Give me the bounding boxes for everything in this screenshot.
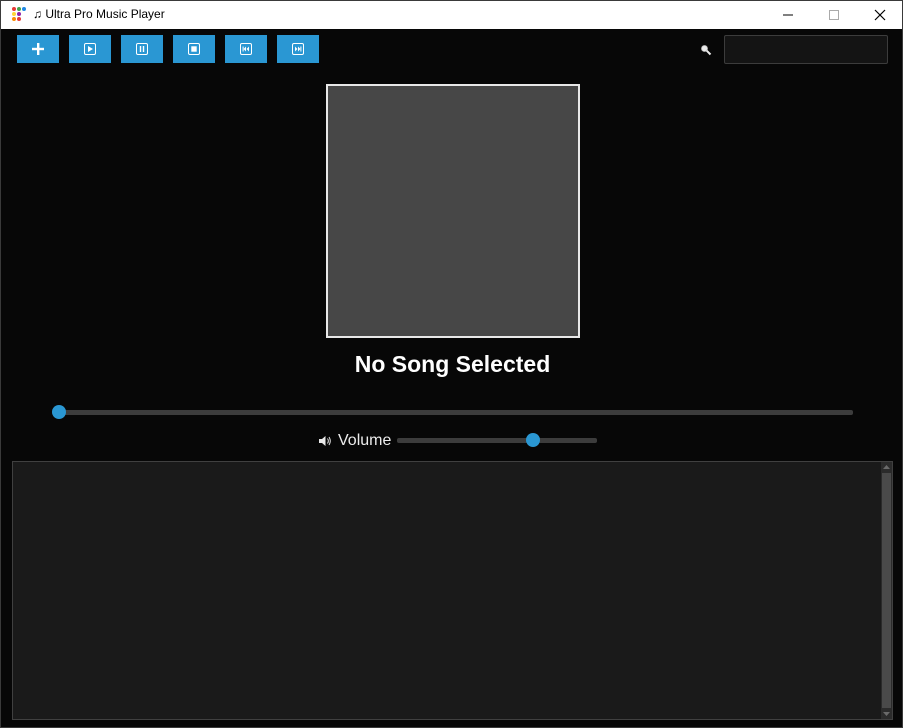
pause-icon — [136, 43, 148, 55]
pause-button[interactable] — [121, 35, 163, 63]
chevron-up-icon — [883, 465, 890, 469]
album-art — [326, 84, 580, 338]
add-button[interactable] — [17, 35, 59, 63]
next-track-icon — [292, 43, 304, 55]
chevron-down-icon — [883, 712, 890, 716]
minimize-button[interactable] — [765, 1, 811, 29]
song-title: No Song Selected — [354, 351, 551, 377]
search-input[interactable] — [724, 35, 888, 64]
magnifier-icon — [701, 45, 712, 56]
play-button[interactable] — [69, 35, 111, 63]
window-title: ♫ Ultra Pro Music Player — [33, 7, 165, 21]
playlist[interactable] — [12, 461, 893, 720]
scroll-up-arrow[interactable] — [881, 462, 892, 472]
scrollbar-thumb[interactable] — [882, 473, 891, 708]
scroll-down-arrow[interactable] — [881, 709, 892, 719]
playlist-scrollbar[interactable] — [881, 462, 892, 719]
volume-slider-thumb[interactable] — [526, 433, 540, 447]
maximize-icon — [829, 10, 839, 20]
close-button[interactable] — [857, 1, 902, 29]
title-bar[interactable]: ♫ Ultra Pro Music Player — [1, 1, 902, 29]
stop-button[interactable] — [173, 35, 215, 63]
previous-track-icon — [240, 43, 252, 55]
app-icon — [11, 6, 27, 22]
music-note-icon: ♫ — [33, 7, 42, 21]
volume-slider[interactable] — [397, 438, 597, 443]
plus-icon — [32, 43, 44, 55]
previous-button[interactable] — [225, 35, 267, 63]
maximize-button[interactable] — [811, 1, 857, 29]
play-icon — [84, 43, 96, 55]
volume-label: Volume — [338, 432, 392, 449]
close-icon — [874, 9, 886, 21]
stop-icon — [188, 43, 200, 55]
minimize-icon — [783, 14, 793, 16]
window-title-label: Ultra Pro Music Player — [45, 7, 165, 21]
progress-slider-thumb[interactable] — [52, 405, 66, 419]
progress-slider[interactable] — [59, 410, 853, 415]
next-button[interactable] — [277, 35, 319, 63]
speaker-icon — [319, 436, 331, 446]
music-player-window: ♫ Ultra Pro Music Player No Song Selecte… — [0, 0, 903, 728]
